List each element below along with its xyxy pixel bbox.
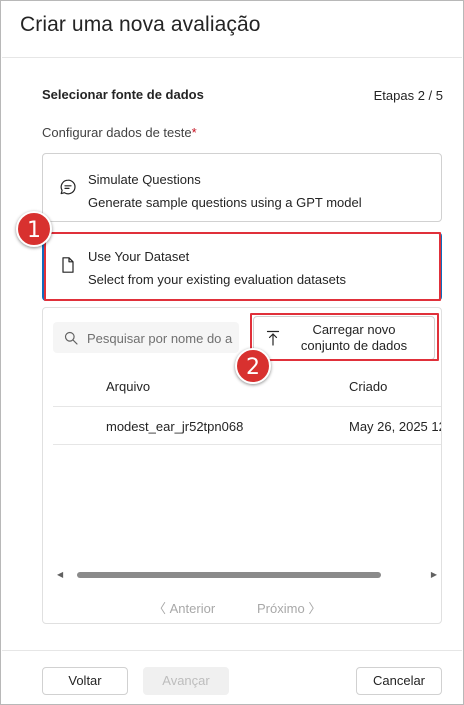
search-icon xyxy=(64,331,78,345)
dialog-title: Criar uma nova avaliação xyxy=(20,13,261,36)
annotation-badge-2: 2 xyxy=(235,348,271,384)
pagination: 〈 Anterior Próximo 〉 xyxy=(153,598,343,618)
scroll-left-arrow-icon[interactable]: ◀ xyxy=(57,570,63,579)
pager-previous-label: Anterior xyxy=(169,601,216,616)
pager-next-label: Próximo xyxy=(257,601,305,616)
option-simulate-questions[interactable]: Simulate Questions Generate sample quest… xyxy=(42,153,442,222)
search-input[interactable] xyxy=(87,329,237,347)
cell-file: modest_ear_jr52tpn068 xyxy=(106,419,244,434)
footer-divider xyxy=(2,650,462,651)
section-title: Selecionar fonte de dados xyxy=(42,87,204,102)
document-icon xyxy=(62,257,74,273)
table-row[interactable]: modest_ear_jr52tpn068 May 26, 2025 12 xyxy=(53,406,442,445)
step-indicator: Etapas 2 / 5 xyxy=(373,88,443,103)
option-description: Generate sample questions using a GPT mo… xyxy=(88,195,362,210)
cell-created: May 26, 2025 12 xyxy=(349,419,442,434)
annotation-badge-1: 1 xyxy=(16,211,52,247)
option-title: Use Your Dataset xyxy=(88,249,190,264)
required-marker: * xyxy=(191,125,197,140)
back-button[interactable]: Voltar xyxy=(42,667,128,695)
pager-next[interactable]: Próximo 〉 xyxy=(257,598,321,617)
option-description: Select from your existing evaluation dat… xyxy=(88,272,346,287)
option-use-your-dataset[interactable]: Use Your Dataset Select from your existi… xyxy=(42,232,442,301)
dialog: Criar uma nova avaliação Selecionar font… xyxy=(0,0,464,705)
column-header-created[interactable]: Criado xyxy=(349,379,387,394)
next-button[interactable]: Avançar xyxy=(143,667,229,695)
upload-dataset-button[interactable]: Carregar novo conjunto de dados xyxy=(253,316,435,360)
scroll-right-arrow-icon[interactable]: ▶ xyxy=(431,570,437,579)
horizontal-scrollbar[interactable]: ◀ ▶ xyxy=(57,570,437,580)
title-divider xyxy=(2,57,462,58)
field-label-text: Configurar dados de teste xyxy=(42,125,192,140)
scrollbar-thumb[interactable] xyxy=(77,572,381,578)
chevron-left-icon: 〈 xyxy=(153,601,167,616)
upload-button-label: Carregar novo conjunto de dados xyxy=(300,322,408,353)
upload-icon xyxy=(266,330,280,346)
chat-icon xyxy=(60,179,76,195)
pager-previous[interactable]: 〈 Anterior xyxy=(153,598,215,617)
field-label: Configurar dados de teste* xyxy=(42,125,197,140)
option-title: Simulate Questions xyxy=(88,172,201,187)
search-box[interactable] xyxy=(53,322,239,353)
chevron-right-icon: 〉 xyxy=(308,601,322,616)
column-header-file[interactable]: Arquivo xyxy=(106,379,150,394)
cancel-button[interactable]: Cancelar xyxy=(356,667,442,695)
